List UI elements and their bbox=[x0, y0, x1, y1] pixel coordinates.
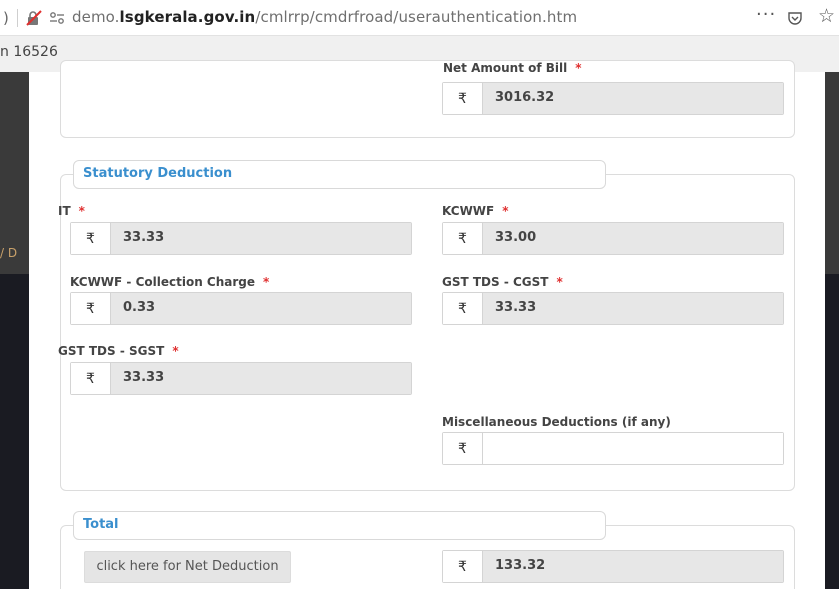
url-prefix: demo. bbox=[72, 8, 120, 26]
rupee-icon: ₹ bbox=[71, 363, 111, 394]
net-amount-field: ₹ 3016.32 bbox=[442, 82, 784, 115]
it-required-mark: * bbox=[78, 204, 85, 218]
browser-url-bar: ) demo.lsgkerala.gov.in/cmlrrp/cmdrfroad… bbox=[0, 0, 839, 36]
kcwwf-collection-label: KCWWF - Collection Charge * bbox=[70, 275, 269, 289]
gst-sgst-value: 33.33 bbox=[111, 363, 411, 394]
star-icon[interactable]: ☆ bbox=[818, 5, 835, 27]
background-page-text: n 16526 bbox=[0, 44, 58, 60]
permissions-icon[interactable] bbox=[49, 10, 65, 26]
total-section: Total click here for Net Deduction ₹ 133… bbox=[60, 511, 795, 589]
gst-cgst-value: 33.33 bbox=[483, 293, 783, 324]
background-side-text: / D bbox=[0, 246, 18, 260]
insecure-connection-icon[interactable] bbox=[26, 10, 42, 26]
it-label-text: IT bbox=[58, 204, 71, 218]
net-amount-required-mark: * bbox=[575, 61, 582, 75]
net-amount-value: 3016.32 bbox=[483, 83, 783, 114]
net-amount-label: Net Amount of Bill * bbox=[443, 61, 582, 75]
misc-deductions-field[interactable]: ₹ bbox=[442, 432, 784, 465]
statutory-deduction-legend: Statutory Deduction bbox=[73, 160, 606, 189]
it-field: ₹ 33.33 bbox=[70, 222, 412, 255]
url-path: /cmlrrp/cmdrfroad/userauthentication.htm bbox=[255, 8, 578, 26]
rupee-icon: ₹ bbox=[443, 433, 483, 464]
kcwwf-field: ₹ 33.00 bbox=[442, 222, 784, 255]
rupee-icon: ₹ bbox=[443, 551, 483, 582]
gst-sgst-field: ₹ 33.33 bbox=[70, 362, 412, 395]
gst-cgst-field: ₹ 33.33 bbox=[442, 292, 784, 325]
kcwwf-label-text: KCWWF bbox=[442, 204, 495, 218]
rupee-icon: ₹ bbox=[71, 293, 111, 324]
rupee-icon: ₹ bbox=[443, 293, 483, 324]
url-text[interactable]: demo.lsgkerala.gov.in/cmlrrp/cmdrfroad/u… bbox=[72, 8, 577, 26]
kcwwf-collection-label-text: KCWWF - Collection Charge bbox=[70, 275, 256, 289]
kcwwf-label: KCWWF * bbox=[442, 204, 509, 218]
gst-sgst-label-text: GST TDS - SGST bbox=[58, 344, 165, 358]
gst-cgst-label: GST TDS - CGST * bbox=[442, 275, 563, 289]
url-domain: lsgkerala.gov.in bbox=[119, 8, 256, 26]
statutory-deduction-section: Statutory Deduction IT * ₹ 33.33 KCWWF * ₹… bbox=[58, 160, 795, 491]
rupee-icon: ₹ bbox=[71, 223, 111, 254]
total-legend: Total bbox=[73, 511, 606, 540]
kcwwf-collection-required-mark: * bbox=[263, 275, 270, 289]
it-label: IT * bbox=[58, 204, 85, 218]
gst-cgst-required-mark: * bbox=[556, 275, 563, 289]
kcwwf-collection-field: ₹ 0.33 bbox=[70, 292, 412, 325]
tab-edge-glyph: ) bbox=[3, 9, 9, 27]
gst-sgst-required-mark: * bbox=[172, 344, 179, 358]
rupee-icon: ₹ bbox=[443, 83, 483, 114]
total-field: ₹ 133.32 bbox=[442, 550, 784, 583]
url-bar-divider bbox=[17, 9, 18, 27]
kcwwf-collection-value: 0.33 bbox=[111, 293, 411, 324]
kcwwf-required-mark: * bbox=[502, 204, 509, 218]
net-deduction-button[interactable]: click here for Net Deduction bbox=[84, 551, 291, 583]
gst-sgst-label: GST TDS - SGST * bbox=[58, 344, 179, 358]
rupee-icon: ₹ bbox=[443, 223, 483, 254]
bill-amount-section: Net Amount of Bill * ₹ 3016.32 bbox=[60, 60, 795, 138]
bill-deduction-modal: Net Amount of Bill * ₹ 3016.32 Statutory … bbox=[29, 60, 825, 589]
pocket-icon[interactable] bbox=[787, 10, 803, 26]
misc-deductions-label: Miscellaneous Deductions (if any) bbox=[442, 415, 671, 429]
it-value: 33.33 bbox=[111, 223, 411, 254]
misc-deductions-input[interactable] bbox=[483, 433, 783, 464]
kcwwf-value: 33.00 bbox=[483, 223, 783, 254]
gst-cgst-label-text: GST TDS - CGST bbox=[442, 275, 549, 289]
total-value: 133.32 bbox=[483, 551, 783, 582]
net-amount-label-text: Net Amount of Bill bbox=[443, 61, 568, 75]
more-icon[interactable]: ··· bbox=[756, 4, 776, 25]
